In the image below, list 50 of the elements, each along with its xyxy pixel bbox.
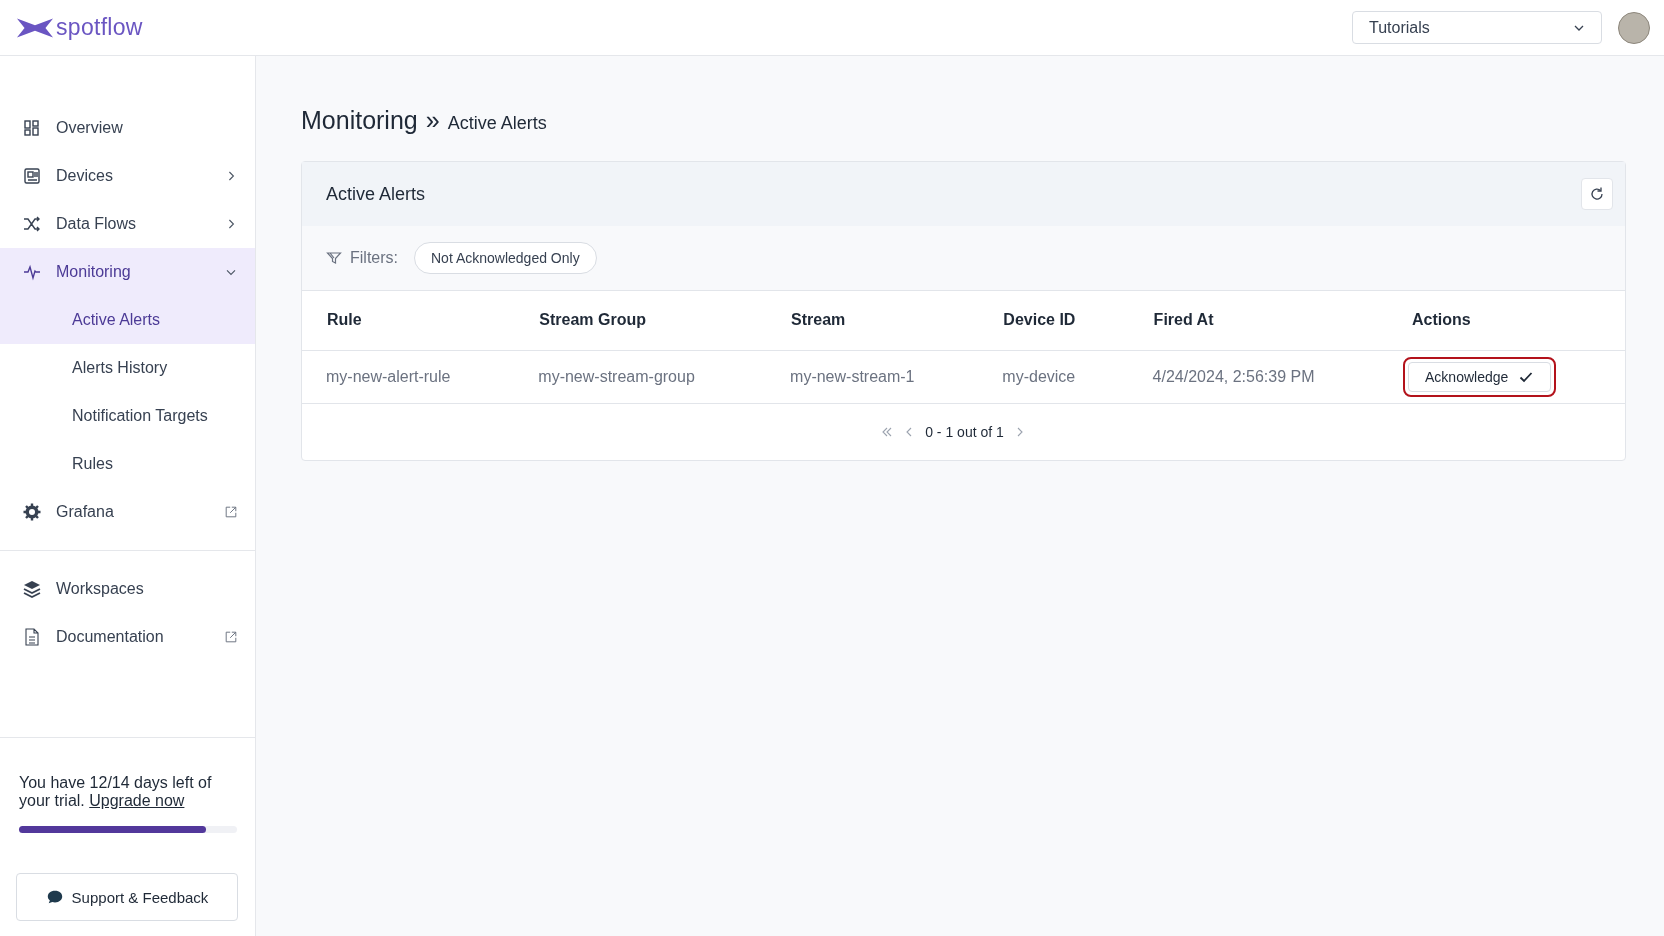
nav-subitem[interactable]: Active Alerts [0, 296, 255, 344]
layers-icon [22, 579, 42, 599]
refresh-icon [1589, 186, 1605, 202]
external-link-icon [223, 504, 239, 520]
nav-item[interactable]: Overview [0, 104, 255, 152]
breadcrumb-separator: » [425, 106, 440, 135]
nav-subitem[interactable]: Alerts History [0, 344, 255, 392]
shuffle-icon [22, 214, 42, 234]
nav-subitem[interactable]: Rules [0, 440, 255, 488]
nav-item[interactable]: Documentation [0, 613, 255, 661]
logo-icon [16, 16, 54, 39]
column-header: Device ID [978, 291, 1129, 350]
table-cell: my-new-alert-rule [302, 350, 515, 403]
user-avatar[interactable] [1618, 11, 1650, 44]
nav-item[interactable]: Devices [0, 152, 255, 200]
breadcrumb-current: Active Alerts [447, 113, 547, 134]
column-header: Stream Group [514, 291, 767, 350]
spotflow-logo[interactable]: spotflow [16, 14, 143, 41]
support-feedback-button[interactable]: Support & Feedback [16, 873, 238, 921]
document-icon [22, 627, 42, 647]
chat-bubble-icon [45, 888, 64, 906]
column-header: Stream [766, 291, 979, 350]
filter-icon [326, 250, 342, 266]
workspace-select[interactable]: Tutorials [1352, 11, 1602, 44]
table-cell: my-new-stream-group [514, 350, 767, 403]
table-cell: my-new-stream-1 [766, 350, 979, 403]
external-link-icon [223, 629, 239, 645]
nav-item[interactable]: Monitoring [0, 248, 255, 296]
pagination-info: 0 - 1 out of 1 [925, 423, 1004, 440]
refresh-button[interactable] [1581, 178, 1613, 210]
card-title: Active Alerts [326, 183, 426, 205]
chip-icon [22, 166, 42, 186]
acknowledge-button[interactable]: Acknowledge [1408, 361, 1552, 392]
page-title: Monitoring [301, 106, 418, 135]
first-page-icon[interactable] [881, 425, 894, 438]
column-header: Actions [1387, 291, 1625, 350]
nav-item[interactable]: Data Flows [0, 200, 255, 248]
nav-item[interactable]: Workspaces [0, 565, 255, 613]
nav-subitem[interactable]: Notification Targets [0, 392, 255, 440]
upgrade-link[interactable]: Upgrade now [89, 792, 185, 809]
trial-message: You have 12/14 days left of your trial. Upgrade now [19, 774, 213, 810]
table-cell: 4/24/2024, 2:56:39 PM [1128, 350, 1387, 403]
table-cell: my-device [978, 350, 1129, 403]
column-header: Fired At [1128, 291, 1387, 350]
filter-chip[interactable]: Not Acknowledged Only [414, 242, 597, 274]
column-header: Rule [302, 291, 515, 350]
nav-item[interactable]: Grafana [0, 488, 255, 536]
filters-label: Filters: [350, 249, 398, 267]
grid-icon [22, 118, 42, 138]
gear-icon [22, 502, 42, 522]
